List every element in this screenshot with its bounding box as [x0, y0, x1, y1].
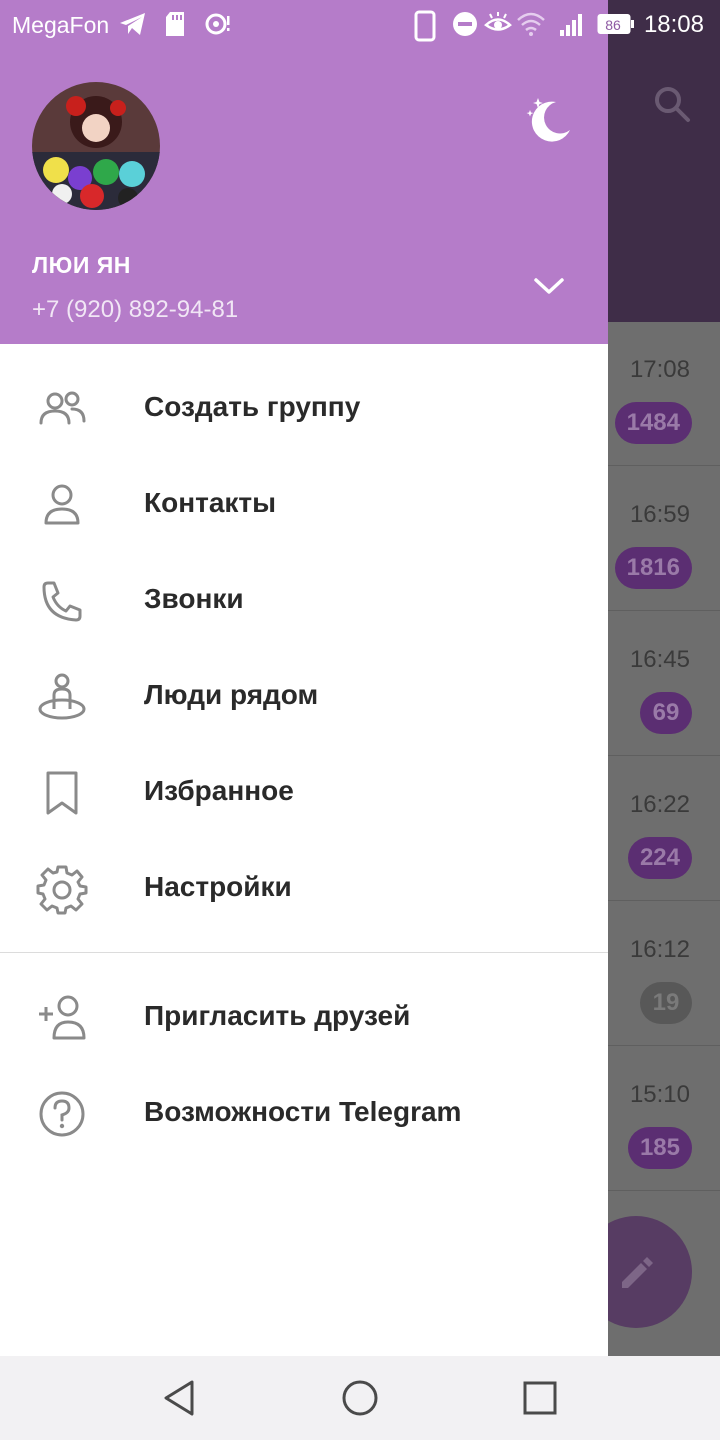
bookmark-icon — [46, 771, 78, 815]
help-icon — [39, 1091, 85, 1137]
chat-row[interactable]: 16:12 19 — [608, 902, 720, 1046]
do-not-disturb-icon — [452, 10, 478, 44]
sd-card-icon — [164, 10, 186, 44]
unread-badge: 1484 — [614, 402, 692, 444]
recents-icon — [523, 1381, 557, 1415]
telegram-notification-icon — [118, 10, 148, 44]
menu-item-invite-friends[interactable]: Пригласить друзей — [0, 970, 608, 1066]
menu-item-telegram-features[interactable]: Возможности Telegram — [0, 1066, 608, 1162]
carrier-name: MegaFon — [12, 12, 110, 38]
chat-row[interactable]: 16:22 224 — [608, 757, 720, 901]
unread-badge: 185 — [627, 1127, 692, 1169]
status-bar: MegaFon 86 18:08 — [0, 0, 720, 50]
menu-item-label: Создать группу — [144, 391, 361, 422]
chat-row[interactable]: 17:08 1484 — [608, 322, 720, 466]
menu-divider — [0, 952, 608, 953]
clock: 18:08 — [643, 11, 704, 38]
user-phone: +7 (920) 892-94-81 — [32, 296, 239, 323]
chat-time: 16:45 — [629, 646, 690, 673]
signal-icon — [558, 10, 586, 44]
home-icon — [342, 1380, 378, 1416]
menu-item-label: Пригласить друзей — [144, 1000, 411, 1031]
chat-row[interactable]: 16:45 69 — [608, 612, 720, 756]
menu-item-settings[interactable]: Настройки — [0, 841, 608, 937]
menu-item-label: Звонки — [144, 583, 244, 614]
back-icon — [164, 1380, 194, 1416]
phone-vibrate-icon — [414, 10, 436, 48]
wifi-icon — [516, 10, 546, 44]
menu-item-people-nearby[interactable]: Люди рядом — [0, 649, 608, 745]
hotspot-icon — [204, 10, 232, 44]
back-button[interactable] — [160, 1378, 200, 1418]
unread-badge: 19 — [640, 982, 692, 1024]
recents-button[interactable] — [520, 1378, 560, 1418]
chat-row[interactable]: 15:10 185 — [608, 1047, 720, 1191]
unread-badge: 1816 — [614, 547, 692, 589]
battery-icon: 86 — [596, 10, 636, 44]
unread-badge: 224 — [627, 837, 692, 879]
chat-time: 16:59 — [629, 501, 690, 528]
menu-item-contacts[interactable]: Контакты — [0, 457, 608, 553]
menu-item-label: Избранное — [144, 775, 294, 806]
menu-item-label: Настройки — [144, 871, 292, 902]
contact-icon — [44, 484, 80, 525]
home-button[interactable] — [340, 1378, 380, 1418]
chevron-down-icon — [534, 278, 564, 294]
menu-item-calls[interactable]: Звонки — [0, 553, 608, 649]
unread-badge: 69 — [640, 692, 692, 734]
chat-row[interactable]: 16:59 1816 — [608, 467, 720, 611]
chat-time: 15:10 — [629, 1081, 690, 1108]
people-nearby-icon — [38, 673, 86, 720]
drawer-header: ЛЮИ ЯН +7 (920) 892-94-81 — [0, 0, 608, 344]
navigation-drawer: ЛЮИ ЯН +7 (920) 892-94-81 Создать группу… — [0, 0, 608, 1356]
gear-icon — [36, 865, 88, 915]
chat-time: 16:22 — [629, 791, 690, 818]
menu-item-new-group[interactable]: Создать группу — [0, 361, 608, 457]
night-mode-toggle[interactable] — [522, 94, 576, 142]
search-icon[interactable] — [652, 84, 692, 124]
phone-icon — [42, 581, 82, 622]
menu-item-label: Люди рядом — [144, 679, 319, 710]
group-icon — [39, 391, 86, 425]
avatar[interactable] — [32, 82, 160, 210]
user-name: ЛЮИ ЯН — [32, 252, 131, 278]
system-navigation-bar — [0, 1356, 720, 1440]
add-user-icon — [39, 995, 86, 1040]
eye-comfort-icon — [484, 10, 512, 44]
account-switcher-button[interactable] — [528, 270, 570, 302]
moon-icon — [526, 98, 570, 142]
chat-time: 16:12 — [629, 936, 690, 963]
pencil-icon — [622, 1257, 653, 1288]
menu-item-label: Возможности Telegram — [144, 1096, 462, 1127]
chat-time: 17:08 — [629, 356, 690, 383]
battery-level: 86 — [605, 17, 621, 33]
menu-item-label: Контакты — [144, 487, 277, 518]
menu-item-saved-messages[interactable]: Избранное — [0, 745, 608, 841]
